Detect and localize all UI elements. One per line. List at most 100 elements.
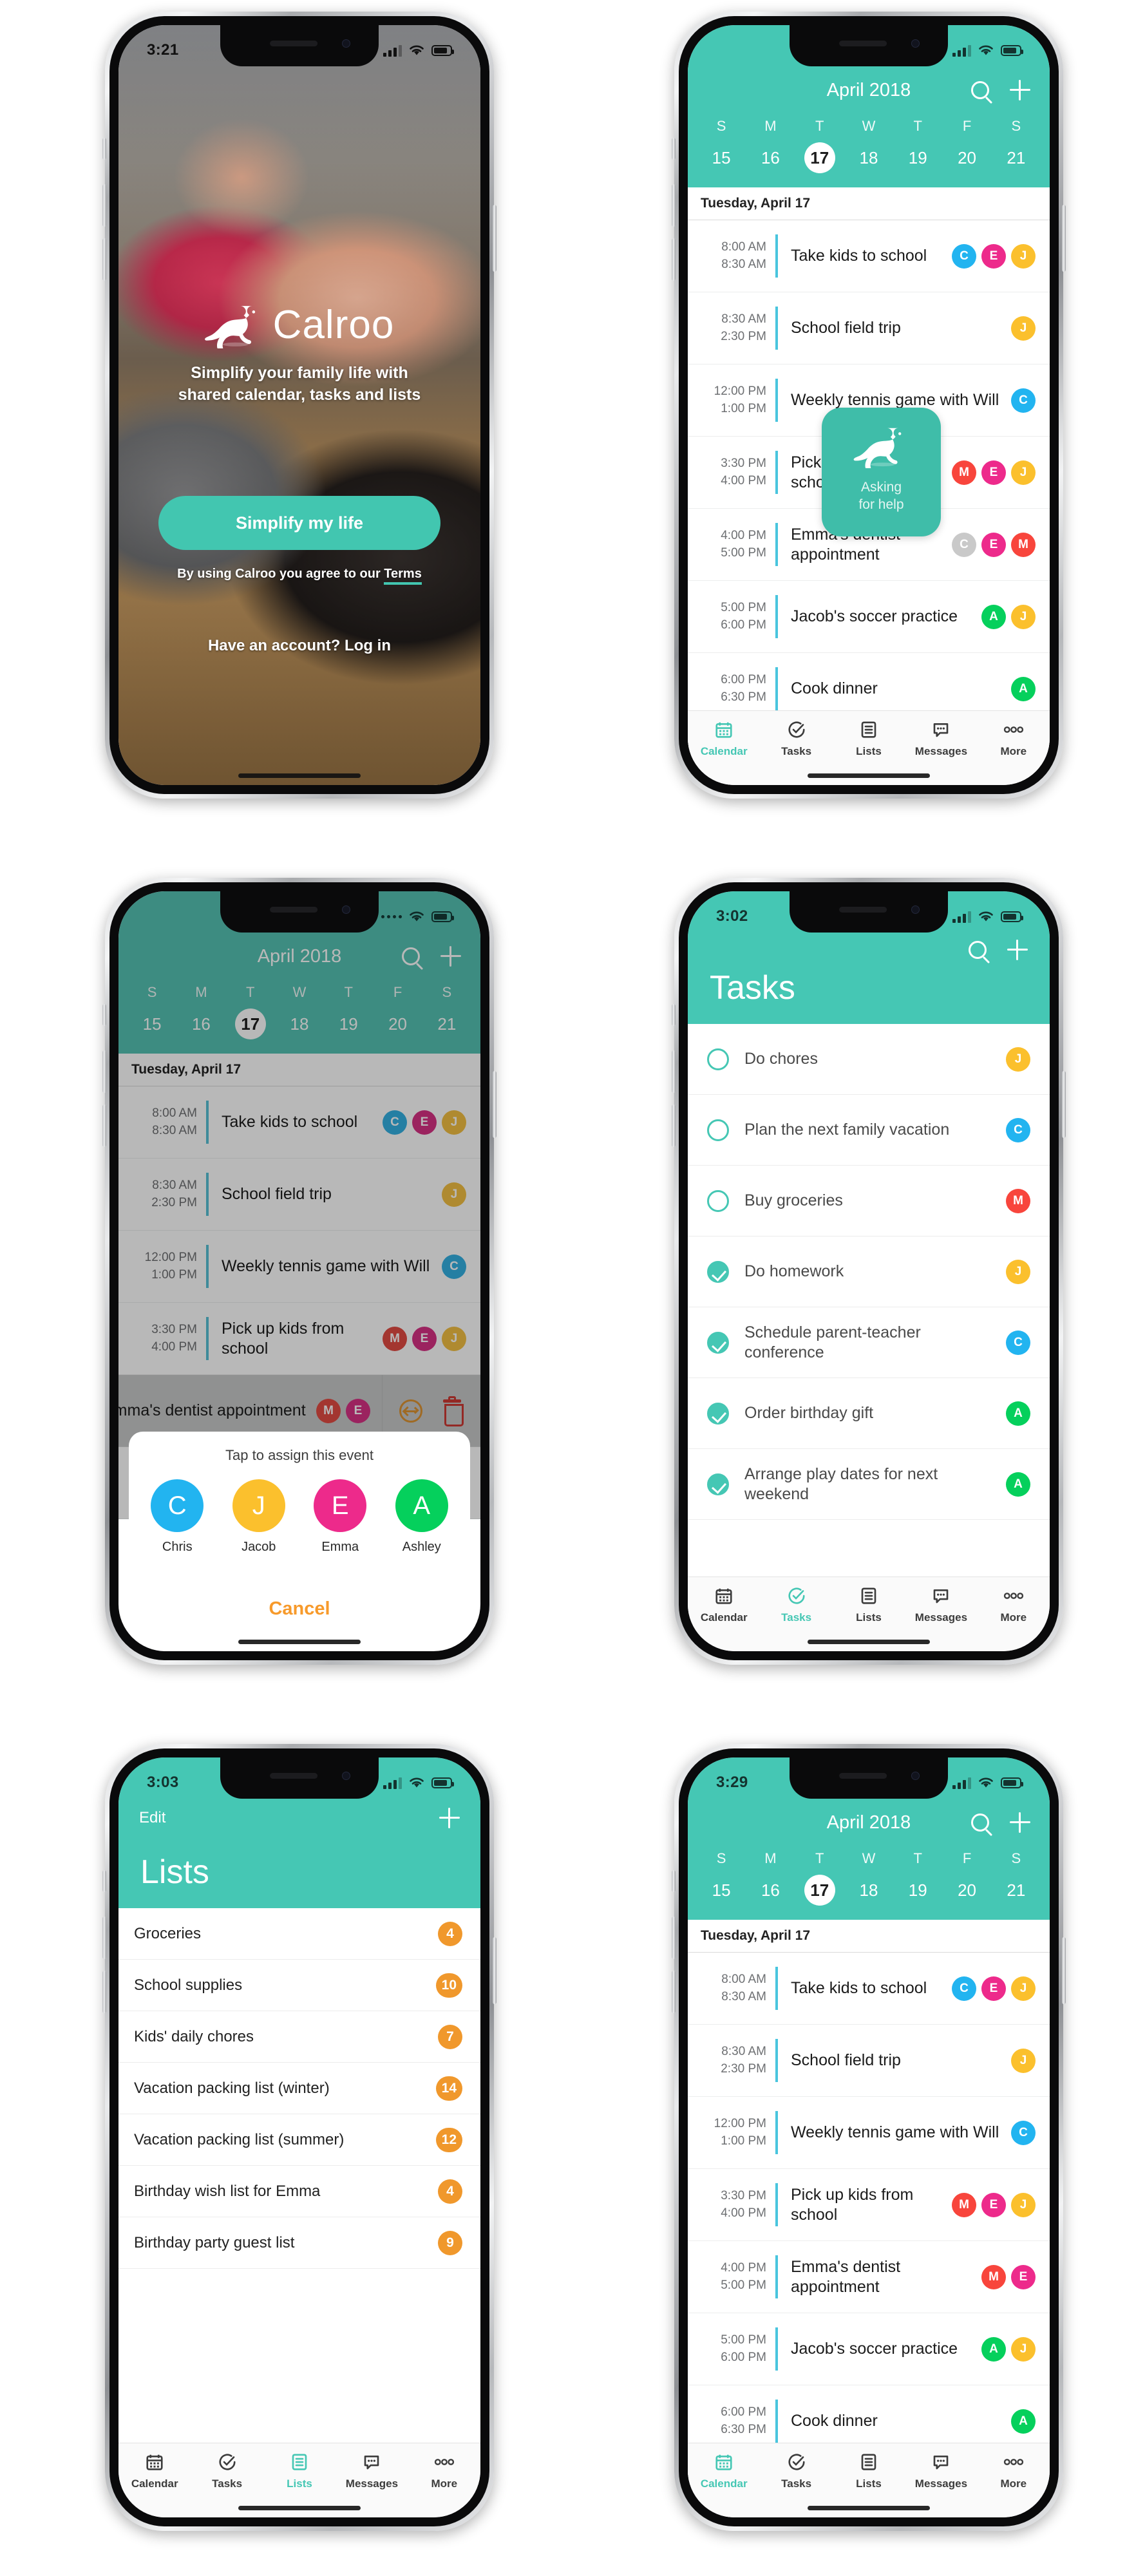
- task-checkbox[interactable]: [707, 1189, 729, 1212]
- search-icon[interactable]: [402, 947, 420, 965]
- calendar-event-row[interactable]: 3:30 PM 4:00 PM Pick up kids from school ME…: [118, 1303, 480, 1375]
- task-checkbox[interactable]: [707, 1119, 729, 1141]
- tab-tasks[interactable]: Tasks: [760, 711, 832, 771]
- avatar[interactable]: M: [1011, 532, 1036, 557]
- avatar[interactable]: J: [1006, 1046, 1030, 1072]
- tab-calendar[interactable]: Calendar: [118, 2443, 191, 2503]
- avatar[interactable]: E: [412, 1326, 437, 1351]
- avatar[interactable]: J: [1011, 604, 1036, 629]
- avatar[interactable]: J: [1011, 2336, 1036, 2362]
- avatar[interactable]: E: [1011, 2264, 1036, 2289]
- avatar[interactable]: C: [1011, 2120, 1036, 2145]
- add-event-icon[interactable]: [1010, 80, 1030, 100]
- avatar[interactable]: C: [1011, 388, 1036, 413]
- home-indicator[interactable]: [808, 773, 930, 778]
- search-icon[interactable]: [971, 81, 989, 99]
- avatar[interactable]: E: [981, 532, 1006, 557]
- tab-messages[interactable]: Messages: [336, 2443, 408, 2503]
- week-day-cell[interactable]: T 19: [893, 118, 942, 173]
- week-day-cell[interactable]: T 17: [795, 1850, 844, 1906]
- avatar[interactable]: A: [1011, 2409, 1036, 2434]
- tab-calendar[interactable]: Calendar: [688, 711, 760, 771]
- login-link[interactable]: Log in: [345, 637, 391, 654]
- week-day-cell[interactable]: M 16: [746, 1850, 795, 1906]
- week-day-cell[interactable]: S 15: [697, 118, 746, 173]
- tab-more[interactable]: More: [978, 2443, 1050, 2503]
- avatar[interactable]: E: [981, 460, 1006, 485]
- tab-messages[interactable]: Messages: [905, 711, 977, 771]
- power-button[interactable]: [493, 1071, 497, 1138]
- power-button[interactable]: [493, 205, 497, 272]
- delete-event-icon[interactable]: [442, 1396, 464, 1426]
- list-row[interactable]: Kids' daily chores 7: [118, 2011, 480, 2063]
- avatar[interactable]: C: [1006, 1330, 1030, 1355]
- week-day-cell[interactable]: S 21: [422, 984, 471, 1039]
- avatar[interactable]: A: [1006, 1401, 1030, 1426]
- week-day-cell[interactable]: M 16: [176, 984, 225, 1039]
- avatar[interactable]: M: [383, 1326, 407, 1351]
- volume-up-button[interactable]: [102, 184, 106, 227]
- tab-lists[interactable]: Lists: [833, 711, 905, 771]
- list-row[interactable]: Vacation packing list (summer) 12: [118, 2114, 480, 2166]
- mute-switch[interactable]: [102, 1004, 106, 1026]
- search-icon[interactable]: [969, 941, 987, 959]
- week-day-cell[interactable]: W 18: [844, 118, 893, 173]
- avatar[interactable]: M: [316, 1398, 341, 1423]
- avatar[interactable]: J: [442, 1182, 466, 1207]
- volume-down-button[interactable]: [102, 238, 106, 281]
- power-button[interactable]: [1062, 1071, 1066, 1138]
- mute-switch[interactable]: [672, 138, 676, 160]
- avatar[interactable]: C: [952, 532, 976, 557]
- edit-button[interactable]: Edit: [139, 1809, 166, 1827]
- power-button[interactable]: [1062, 1937, 1066, 2004]
- tab-messages[interactable]: Messages: [905, 1577, 977, 1637]
- avatar[interactable]: A: [1006, 1472, 1030, 1497]
- task-row[interactable]: Order birthday gift A: [688, 1378, 1050, 1449]
- calendar-event-row[interactable]: 8:00 AM 8:30 AM Take kids to school C E J: [118, 1086, 480, 1159]
- task-checkbox[interactable]: [707, 1048, 729, 1070]
- assignee-option[interactable]: J Jacob: [232, 1479, 285, 1555]
- task-row[interactable]: Buy groceries M: [688, 1166, 1050, 1236]
- avatar[interactable]: J: [1011, 1976, 1036, 2001]
- week-day-cell[interactable]: S 21: [992, 1850, 1041, 1906]
- calendar-event-row[interactable]: 12:00 PM 1:00 PM Weekly tennis game with W…: [688, 2097, 1050, 2169]
- tab-tasks[interactable]: Tasks: [760, 1577, 832, 1637]
- calendar-event-row[interactable]: 8:30 AM 2:30 PM School field trip J: [118, 1159, 480, 1231]
- avatar[interactable]: E: [412, 1110, 437, 1135]
- avatar[interactable]: J: [1011, 316, 1036, 341]
- search-icon[interactable]: [971, 1814, 989, 1832]
- avatar[interactable]: C: [442, 1254, 466, 1279]
- home-indicator[interactable]: [238, 1640, 361, 1644]
- tab-lists[interactable]: Lists: [263, 2443, 336, 2503]
- avatar[interactable]: M: [981, 2264, 1006, 2289]
- calendar-event-row[interactable]: 4:00 PM 5:00 PM Emma's dentist appointment…: [688, 2241, 1050, 2313]
- avatar[interactable]: C: [952, 1976, 976, 2001]
- week-day-cell[interactable]: F 20: [942, 1850, 991, 1906]
- tab-calendar[interactable]: Calendar: [688, 1577, 760, 1637]
- volume-down-button[interactable]: [672, 1104, 676, 1147]
- list-row[interactable]: Groceries 4: [118, 1908, 480, 1960]
- tab-lists[interactable]: Lists: [833, 1577, 905, 1637]
- tab-more[interactable]: More: [978, 1577, 1050, 1637]
- mute-switch[interactable]: [102, 1870, 106, 1892]
- list-row[interactable]: School supplies 10: [118, 1960, 480, 2011]
- week-day-cell[interactable]: T 17: [226, 984, 275, 1039]
- assignee-option[interactable]: A Ashley: [395, 1479, 448, 1555]
- calendar-event-row[interactable]: 3:30 PM 4:00 PM Pick up kids from school ME…: [688, 2169, 1050, 2241]
- terms-link[interactable]: Terms: [384, 567, 422, 585]
- volume-up-button[interactable]: [672, 1050, 676, 1093]
- tab-tasks[interactable]: Tasks: [760, 2443, 832, 2503]
- calendar-event-row[interactable]: 8:00 AM 8:30 AM Take kids to school C E J: [688, 220, 1050, 292]
- avatar[interactable]: E: [981, 243, 1006, 269]
- home-indicator[interactable]: [238, 773, 361, 778]
- mute-switch[interactable]: [672, 1870, 676, 1892]
- add-list-icon[interactable]: [439, 1808, 460, 1828]
- tab-more[interactable]: More: [978, 711, 1050, 771]
- assignee-option[interactable]: E Emma: [314, 1479, 367, 1555]
- task-checkbox[interactable]: [707, 1402, 729, 1425]
- assignee-option[interactable]: C Chris: [151, 1479, 204, 1555]
- task-row[interactable]: Plan the next family vacation C: [688, 1095, 1050, 1166]
- task-row[interactable]: Do homework J: [688, 1236, 1050, 1307]
- avatar[interactable]: J: [442, 1326, 466, 1351]
- volume-down-button[interactable]: [672, 1971, 676, 2013]
